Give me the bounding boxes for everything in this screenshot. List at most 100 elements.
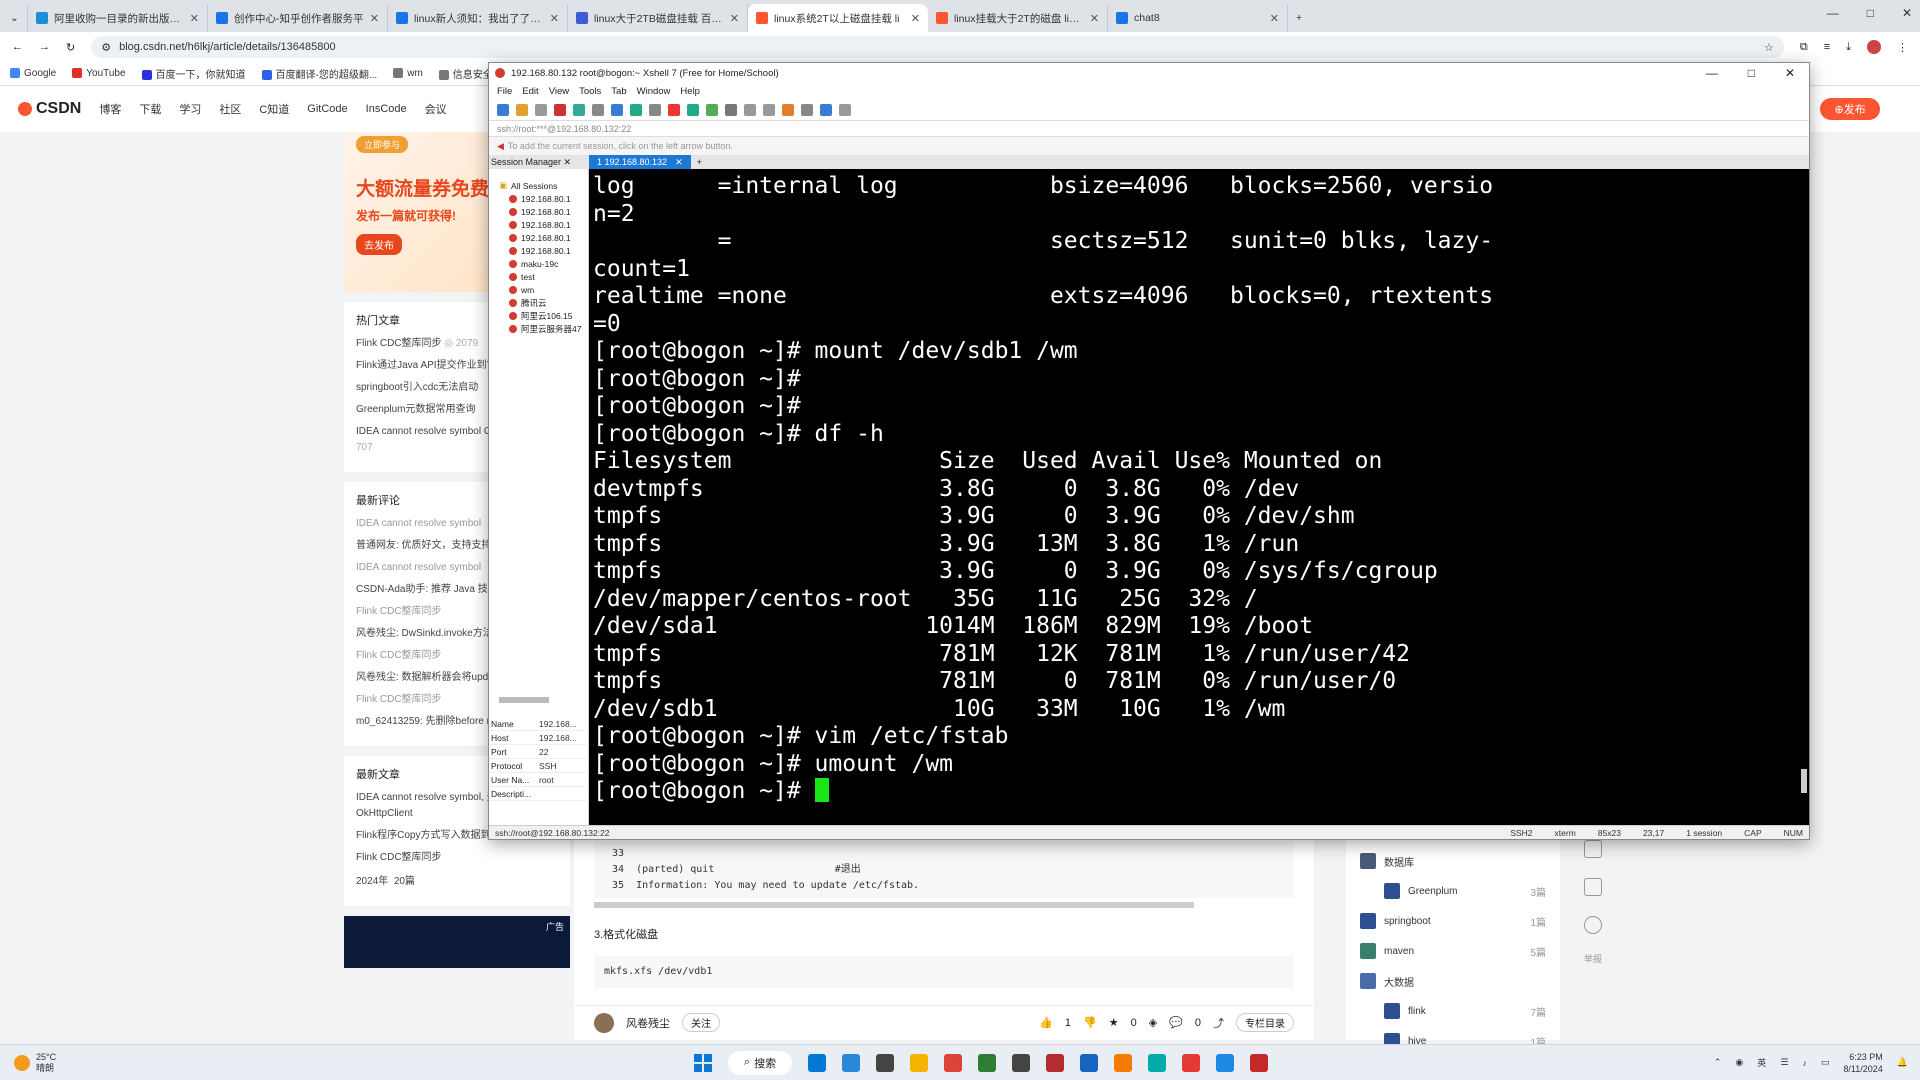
taskbar-app-icon[interactable] xyxy=(1012,1053,1030,1072)
bookmark-item[interactable]: wm xyxy=(393,68,423,79)
taskbar-app-icon[interactable] xyxy=(1114,1053,1132,1072)
volume-icon[interactable]: ♪ xyxy=(1802,1058,1807,1068)
menu-view[interactable]: View xyxy=(549,86,569,97)
tab-search-menu[interactable]: ⌄ xyxy=(6,4,28,32)
ad-banner[interactable]: 广告 xyxy=(344,916,570,968)
close-icon[interactable]: ✕ xyxy=(190,12,199,25)
maximize-button[interactable]: □ xyxy=(1867,6,1874,20)
menu-window[interactable]: Window xyxy=(637,86,671,97)
share-icon[interactable]: ⤴ xyxy=(1213,1015,1224,1031)
toolbar-button-icon[interactable] xyxy=(782,103,794,116)
start-icon[interactable] xyxy=(694,1053,712,1072)
close-icon[interactable]: ✕ xyxy=(370,12,379,25)
category-item[interactable]: maven 5篇 xyxy=(1360,936,1546,966)
toolbar-button-icon[interactable] xyxy=(573,103,585,116)
browser-tab[interactable]: linux系统2T以上磁盘挂载 li ✕ xyxy=(748,4,928,32)
wifi-icon[interactable]: ☰ xyxy=(1780,1057,1788,1068)
profile-avatar[interactable] xyxy=(1867,40,1881,54)
nav-item[interactable]: C知道 xyxy=(259,101,289,117)
taskbar-search[interactable]: ⌕ 搜索 xyxy=(728,1050,792,1075)
menu-edit[interactable]: Edit xyxy=(522,86,538,97)
author-name[interactable]: 风卷残尘 xyxy=(626,1015,670,1031)
toolbar-button-icon[interactable] xyxy=(820,103,832,116)
toolbar-button-icon[interactable] xyxy=(687,103,699,116)
ime-indicator[interactable]: 英 xyxy=(1757,1056,1766,1069)
reward-icon[interactable]: ◈ xyxy=(1149,1016,1157,1029)
reload-icon[interactable]: ↻ xyxy=(66,41,75,54)
close-button[interactable]: ✕ xyxy=(1902,6,1912,20)
category-item[interactable]: Greenplum 3篇 xyxy=(1360,876,1546,906)
taskbar-app-icon[interactable] xyxy=(1216,1053,1234,1072)
taskbar-app-icon[interactable] xyxy=(1250,1053,1268,1072)
bookmark-arrow-icon[interactable]: ◀ xyxy=(497,141,504,152)
toolbar-button-icon[interactable] xyxy=(744,103,756,116)
clock[interactable]: 6:23 PM 8/11/2024 xyxy=(1843,1051,1882,1075)
weather-widget[interactable]: 25°C 晴朗 xyxy=(0,1052,300,1074)
star-icon[interactable]: ☆ xyxy=(1764,41,1774,54)
menu-tab[interactable]: Tab xyxy=(611,86,626,97)
xshell-maximize-button[interactable]: □ xyxy=(1748,66,1755,80)
session-tree-item[interactable]: 192.168.80.1 xyxy=(499,192,588,205)
session-tree-item[interactable]: ▣ All Sessions xyxy=(499,179,588,192)
site-info-icon[interactable]: ⚙ xyxy=(101,41,111,54)
promo-tag[interactable]: 立即参与 xyxy=(356,136,409,153)
session-manager-tab[interactable]: Session Manager ✕ xyxy=(489,157,589,168)
taskbar-app-icon[interactable] xyxy=(1080,1053,1098,1072)
browser-tab[interactable]: linux挂载大于2T的磁盘 linux ✕ xyxy=(928,4,1108,32)
toolbar-button-icon[interactable] xyxy=(668,103,680,116)
taskbar-app-icon[interactable] xyxy=(1148,1053,1166,1072)
browser-tab[interactable]: 创作中心-知乎创作者服务平 ✕ xyxy=(208,4,388,32)
bookmark-item[interactable]: YouTube xyxy=(72,68,126,79)
nav-item[interactable]: GitCode xyxy=(307,103,347,115)
session-tree-item[interactable]: 192.168.80.1 xyxy=(499,231,588,244)
taskbar-app-icon[interactable] xyxy=(1046,1053,1064,1072)
nav-item[interactable]: InsCode xyxy=(366,103,407,115)
taskbar-app-icon[interactable] xyxy=(910,1053,928,1072)
toolbar-button-icon[interactable] xyxy=(839,103,851,116)
browser-tab[interactable]: linux大于2TB磁盘挂载 百度搜索 ✕ xyxy=(568,4,748,32)
xshell-address-bar[interactable]: ssh://root:***@192.168.80.132:22 xyxy=(489,121,1809,137)
nav-item[interactable]: 下载 xyxy=(139,101,161,117)
download-icon[interactable]: ⤓ xyxy=(1846,41,1851,54)
session-tree-item[interactable]: wm xyxy=(499,283,588,296)
bookmark-item[interactable]: 百度一下，你就知道 xyxy=(141,66,246,81)
url-field[interactable]: ⚙ blog.csdn.net/h6lkj/article/details/13… xyxy=(91,36,1784,58)
session-tree-item[interactable]: 阿里云服务器47 xyxy=(499,322,588,335)
session-tree-item[interactable]: 腾讯云 xyxy=(499,296,588,309)
toolbar-button-icon[interactable] xyxy=(516,103,528,116)
taskbar-app-icon[interactable] xyxy=(978,1053,996,1072)
menu-icon[interactable]: ⋮ xyxy=(1897,41,1908,54)
report-link[interactable]: 举报 xyxy=(1578,952,1608,965)
minimize-button[interactable]: — xyxy=(1827,6,1839,20)
notification-icon[interactable]: 🔔 xyxy=(1897,1057,1908,1068)
xshell-minimize-button[interactable]: — xyxy=(1706,66,1718,80)
tray-chevron-icon[interactable]: ⌃ xyxy=(1714,1057,1722,1068)
session-tree-item[interactable]: 阿里云106.15 xyxy=(499,309,588,322)
terminal-scrollbar[interactable] xyxy=(1801,769,1807,793)
new-session-tab-button[interactable]: + xyxy=(691,157,708,167)
csdn-logo[interactable]: CSDN xyxy=(18,100,81,118)
like-icon[interactable]: 👍 xyxy=(1039,1016,1053,1029)
bookmark-item[interactable]: Google xyxy=(10,68,56,79)
close-icon[interactable]: ✕ xyxy=(730,12,739,25)
taskbar-app-icon[interactable] xyxy=(842,1053,860,1072)
taskbar-app-icon[interactable] xyxy=(1182,1053,1200,1072)
xshell-close-button[interactable]: ✕ xyxy=(1785,66,1795,80)
toolbar-button-icon[interactable] xyxy=(592,103,604,116)
nav-item[interactable]: 博客 xyxy=(99,101,121,117)
category-item[interactable]: springboot 1篇 xyxy=(1360,906,1546,936)
toolbar-button-icon[interactable] xyxy=(801,103,813,116)
category-item[interactable]: 数据库 xyxy=(1360,846,1546,876)
session-tree-item[interactable]: 192.168.80.1 xyxy=(499,218,588,231)
bookmark-item[interactable]: 信息安全 xyxy=(438,66,493,81)
note-icon[interactable] xyxy=(1584,878,1602,896)
follow-button[interactable]: 关注 xyxy=(682,1013,720,1032)
author-avatar[interactable] xyxy=(594,1012,614,1033)
nav-item[interactable]: 会议 xyxy=(425,101,447,117)
new-tab-button[interactable]: + xyxy=(1288,4,1316,32)
toolbar-button-icon[interactable] xyxy=(649,103,661,116)
toolbar-button-icon[interactable] xyxy=(706,103,718,116)
nav-item[interactable]: 社区 xyxy=(219,101,241,117)
bookmark-item[interactable]: 百度翻译-您的超级翻... xyxy=(261,66,377,81)
menu-file[interactable]: File xyxy=(497,86,512,97)
